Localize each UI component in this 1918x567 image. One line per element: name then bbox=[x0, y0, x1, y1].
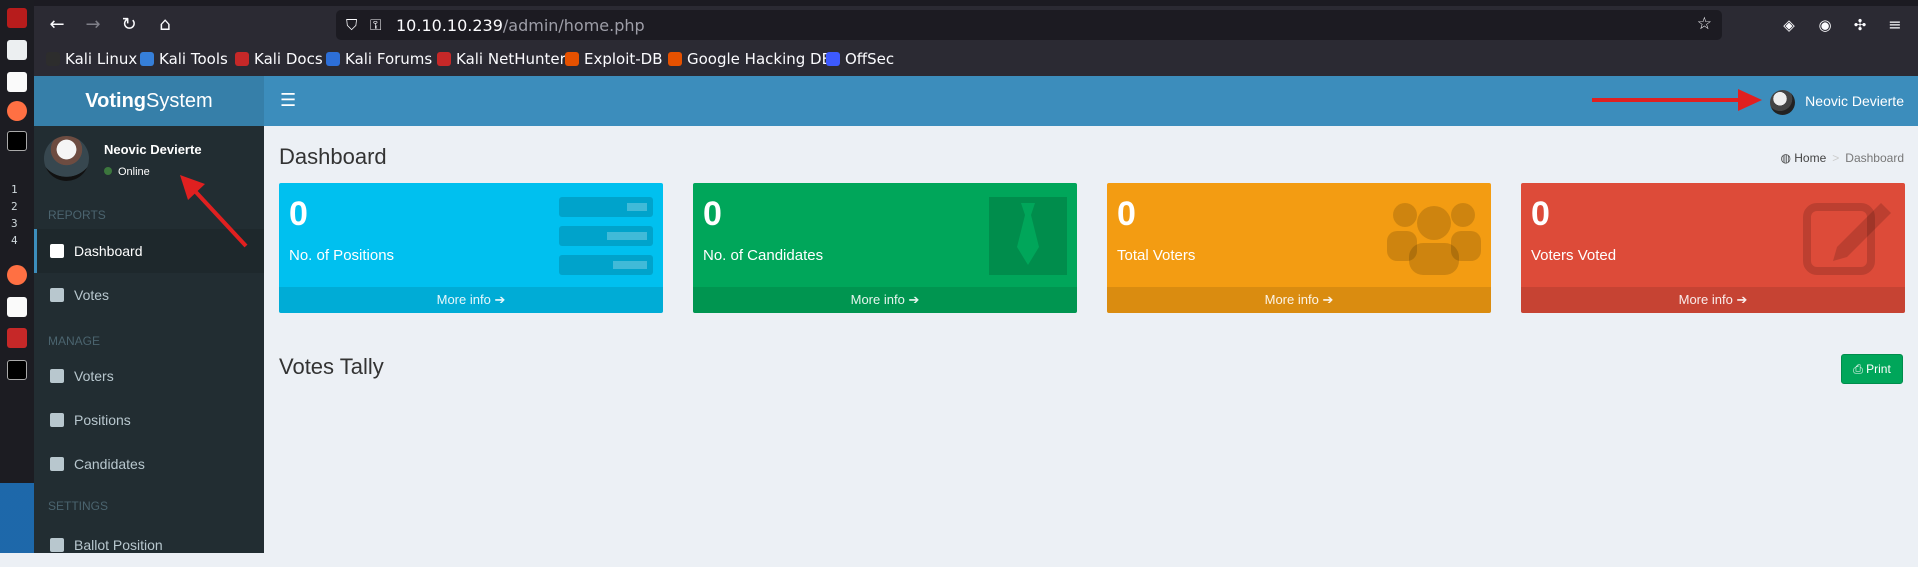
annotation-arrows bbox=[180, 89, 1762, 248]
annotation-arrowhead-header bbox=[1738, 89, 1762, 111]
annotation-arrow-sidebar bbox=[192, 188, 248, 248]
